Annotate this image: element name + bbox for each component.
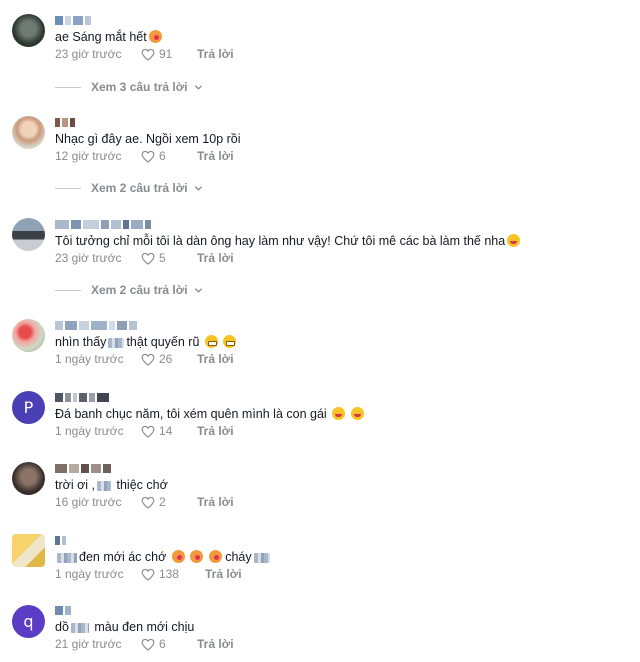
comment-time: 16 giờ trước: [55, 495, 122, 509]
reply-button[interactable]: Trả lời: [197, 637, 234, 651]
like-count: 91: [159, 47, 173, 61]
divider-line: [55, 187, 81, 189]
avatar[interactable]: P: [12, 391, 45, 424]
chevron-down-icon: [194, 286, 203, 295]
heart-icon: [141, 568, 155, 581]
avatar[interactable]: [12, 116, 45, 149]
rofl-emoji-icon: [507, 234, 521, 247]
avatar-letter: q: [23, 612, 34, 631]
reply-button[interactable]: Trả lời: [197, 47, 234, 61]
comment-time: 1 ngày trước: [55, 424, 124, 438]
heart-icon: [141, 425, 155, 438]
kiss-emoji-icon: [208, 550, 222, 563]
heart-icon: [141, 638, 155, 651]
comment-text: dồ màu đen mới chịu: [55, 620, 195, 634]
username-redacted[interactable]: [55, 535, 66, 545]
heart-icon: [141, 48, 155, 61]
like-button[interactable]: 5: [141, 251, 191, 265]
reply-button[interactable]: Trả lời: [197, 424, 234, 438]
reply-button[interactable]: Trả lời: [197, 251, 234, 265]
username-redacted[interactable]: [55, 117, 75, 127]
view-replies-button[interactable]: Xem 2 câu trả lời: [55, 282, 203, 298]
divider-line: [55, 86, 81, 88]
reply-button[interactable]: Trả lời: [197, 149, 234, 163]
redacted-text: [97, 480, 112, 491]
comment-time: 12 giờ trước: [55, 149, 122, 163]
like-button[interactable]: 91: [141, 47, 191, 61]
comment-text: ae Sáng mắt hết: [55, 29, 162, 45]
kiss-emoji-icon: [148, 30, 162, 43]
comment-text: nhìn thấy thật quyến rũ: [55, 334, 237, 350]
comment-time: 1 ngày trước: [55, 352, 124, 366]
avatar[interactable]: q: [12, 605, 45, 638]
divider-line: [55, 289, 81, 291]
username-redacted[interactable]: [55, 15, 91, 25]
heart-icon: [141, 150, 155, 163]
username-redacted[interactable]: [55, 219, 151, 229]
like-count: 5: [159, 251, 166, 265]
like-count: 6: [159, 637, 166, 651]
rofl-emoji-icon: [350, 407, 364, 420]
kiss-emoji-icon: [190, 550, 204, 563]
like-count: 6: [159, 149, 166, 163]
grin-emoji-icon: [204, 335, 218, 348]
view-replies-label: Xem 3 câu trả lời: [91, 80, 188, 94]
like-button[interactable]: 2: [141, 495, 191, 509]
like-count: 14: [159, 424, 173, 438]
comment-text: Nhạc gì đây ae. Ngồi xem 10p rồi: [55, 132, 241, 146]
comment-time: 21 giờ trước: [55, 637, 122, 651]
like-count: 2: [159, 495, 166, 509]
chevron-down-icon: [194, 184, 203, 193]
like-button[interactable]: 26: [141, 352, 191, 366]
reply-button[interactable]: Trả lời: [197, 352, 234, 366]
avatar[interactable]: [12, 218, 45, 251]
heart-icon: [141, 252, 155, 265]
comment-time: 23 giờ trước: [55, 47, 122, 61]
like-button[interactable]: 138: [141, 567, 199, 581]
avatar[interactable]: [12, 462, 45, 495]
heart-icon: [141, 496, 155, 509]
avatar[interactable]: [12, 534, 45, 567]
view-replies-label: Xem 2 câu trả lời: [91, 283, 188, 297]
reply-button[interactable]: Trả lời: [205, 567, 242, 581]
like-button[interactable]: 14: [141, 424, 191, 438]
comment-text: trời ơi , thiệc chớ: [55, 478, 168, 492]
kiss-emoji-icon: [171, 550, 185, 563]
reply-button[interactable]: Trả lời: [197, 495, 234, 509]
username-redacted[interactable]: [55, 463, 111, 473]
redacted-text: [253, 552, 270, 563]
avatar-letter: P: [23, 398, 34, 417]
comment-time: 1 ngày trước: [55, 567, 124, 581]
username-redacted[interactable]: [55, 605, 71, 615]
view-replies-button[interactable]: Xem 2 câu trả lời: [55, 180, 203, 196]
grin-emoji-icon: [223, 335, 237, 348]
redacted-text: [108, 337, 125, 348]
rofl-emoji-icon: [332, 407, 346, 420]
comment-time: 23 giờ trước: [55, 251, 122, 265]
comment-text: đen mới ác chớ cháy: [55, 549, 272, 565]
like-button[interactable]: 6: [141, 637, 191, 651]
chevron-down-icon: [194, 83, 203, 92]
username-redacted[interactable]: [55, 320, 137, 330]
avatar[interactable]: [12, 319, 45, 352]
view-replies-button[interactable]: Xem 3 câu trả lời: [55, 79, 203, 95]
redacted-text: [57, 552, 77, 563]
like-button[interactable]: 6: [141, 149, 191, 163]
heart-icon: [141, 353, 155, 366]
redacted-text: [70, 622, 89, 633]
comment-text: Đá banh chục năm, tôi xém quên mình là c…: [55, 406, 364, 422]
avatar[interactable]: [12, 14, 45, 47]
like-count: 138: [159, 567, 180, 581]
comment-text: Tôi tưởng chỉ mỗi tôi là dàn ông hay làm…: [55, 233, 521, 249]
view-replies-label: Xem 2 câu trả lời: [91, 181, 188, 195]
like-count: 26: [159, 352, 173, 366]
username-redacted[interactable]: [55, 392, 109, 402]
